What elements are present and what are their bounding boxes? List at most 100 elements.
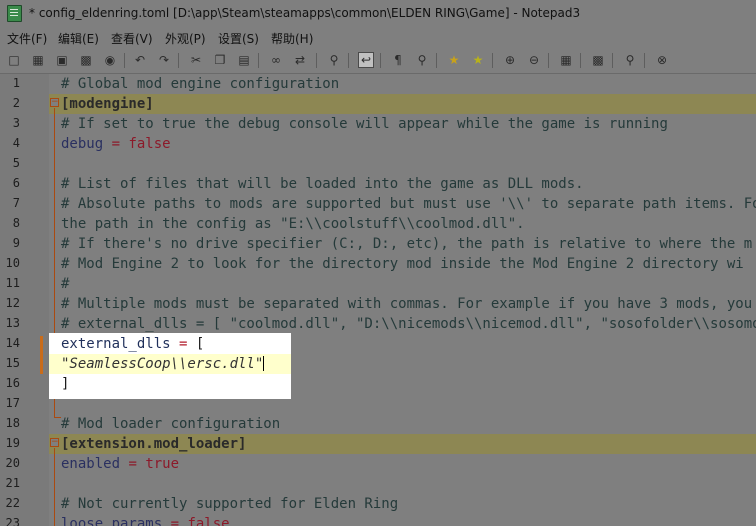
code-line[interactable]: 9 # If there's no drive specifier (C:, D:… — [0, 234, 756, 254]
line-number: 1 — [12, 76, 20, 90]
notepad3-app-icon[interactable] — [7, 5, 22, 22]
line-number: 21 — [5, 476, 20, 490]
code-line[interactable]: 17 — [0, 394, 756, 414]
view-whitespace-icon[interactable]: ¶ — [390, 52, 406, 68]
code-line[interactable]: 1 # Global mod engine configuration — [0, 74, 756, 94]
comment-text: # If set to true the debug console will … — [61, 116, 668, 132]
code-line[interactable]: 2 [modengine] — [0, 94, 756, 114]
code-line[interactable]: 5 — [0, 154, 756, 174]
code-line[interactable]: 7 # Absolute paths to mods are supported … — [0, 194, 756, 214]
cut-icon[interactable]: ✂ — [188, 52, 204, 68]
code-line[interactable]: 3 # If set to true the debug console will… — [0, 114, 756, 134]
exit-icon[interactable]: ⊗ — [654, 52, 670, 68]
menu-appearance[interactable]: 外观(P) — [165, 30, 206, 47]
code-line[interactable]: 20 enabled = true — [0, 454, 756, 474]
line-number: 11 — [5, 276, 20, 290]
undo-icon[interactable]: ↶ — [132, 52, 148, 68]
zoom-icon[interactable]: ⚲ — [414, 52, 430, 68]
code-line[interactable]: 23 loose_params = false — [0, 514, 756, 526]
editor[interactable]: − − 1 # Global mod engine configuration 2… — [0, 74, 756, 526]
section-header: [extension.mod_loader] — [61, 436, 247, 452]
code-line[interactable]: 21 — [0, 474, 756, 494]
key-text: external_dlls — [61, 336, 171, 352]
comment-text: # Multiple mods must be separated with c… — [61, 296, 753, 312]
menu-file[interactable]: 文件(F) — [7, 30, 47, 47]
open-file-icon[interactable]: ▦ — [30, 52, 46, 68]
toolbar-separator — [124, 53, 125, 68]
copy-icon[interactable]: ❐ — [212, 52, 228, 68]
code-line[interactable]: 4 debug = false — [0, 134, 756, 154]
title-bar[interactable]: * config_eldenring.toml [D:\app\Steam\st… — [0, 0, 756, 27]
comment-text: # Not currently supported for Elden Ring — [61, 496, 399, 512]
code-line[interactable]: 10 # Mod Engine 2 to look for the directo… — [0, 254, 756, 274]
line-number: 12 — [5, 296, 20, 310]
toolbar-separator — [348, 53, 349, 68]
find-icon[interactable]: ∞ — [268, 52, 284, 68]
add-favorite-icon[interactable]: ★ — [446, 52, 462, 68]
key-text: enabled — [61, 456, 121, 472]
toolbar-separator — [436, 53, 437, 68]
code-line[interactable]: 13 # external_dlls = [ "coolmod.dll", "D:… — [0, 314, 756, 334]
toolbar-separator — [548, 53, 549, 68]
line-number: 18 — [5, 416, 20, 430]
favorites-icon[interactable]: ★ — [470, 52, 486, 68]
toolbar-separator — [178, 53, 179, 68]
operator-text: = — [170, 336, 196, 352]
operator-text: = — [120, 456, 146, 472]
line-number: 16 — [5, 376, 20, 390]
code-line[interactable]: 12 # Multiple mods must be separated with… — [0, 294, 756, 314]
word-wrap-icon[interactable]: ↩ — [358, 52, 374, 68]
paste-icon[interactable]: ▤ — [236, 52, 252, 68]
line-number: 9 — [12, 236, 20, 250]
menu-view[interactable]: 查看(V) — [111, 30, 153, 47]
line-number: 15 — [5, 356, 20, 370]
code-line-current[interactable]: 15 "SeamlessCoop\\ersc.dll" — [0, 354, 756, 374]
browse-icon[interactable]: ◉ — [102, 52, 118, 68]
code-line[interactable]: 14 external_dlls = [ — [0, 334, 756, 354]
value-text: [ — [195, 336, 205, 352]
line-number: 13 — [5, 316, 20, 330]
menu-settings[interactable]: 设置(S) — [218, 30, 259, 47]
code-line[interactable]: 11 # — [0, 274, 756, 294]
customize-schemes-icon[interactable]: ▩ — [590, 52, 606, 68]
code-line[interactable]: 16] — [0, 374, 756, 394]
line-number: 17 — [5, 396, 20, 410]
comment-text: # List of files that will be loaded into… — [61, 176, 584, 192]
menu-edit[interactable]: 编辑(E) — [58, 30, 99, 47]
pin-icon[interactable]: ⚲ — [622, 52, 638, 68]
new-file-icon[interactable]: □ — [6, 52, 22, 68]
text-caret — [263, 356, 265, 371]
code-line[interactable]: 19 [extension.mod_loader] — [0, 434, 756, 454]
line-number: 8 — [12, 216, 20, 230]
section-header: [modengine] — [61, 96, 154, 112]
zoom-out-icon[interactable]: ⊖ — [526, 52, 542, 68]
code-text: ] — [61, 376, 70, 392]
redo-icon[interactable]: ↷ — [156, 52, 172, 68]
line-number: 19 — [5, 436, 20, 450]
key-value-text: debug = false — [61, 135, 171, 153]
line-number: 2 — [12, 96, 20, 110]
key-value-text: external_dlls = [ — [61, 335, 204, 353]
line-number: 20 — [5, 456, 20, 470]
save-as-icon[interactable]: ▩ — [78, 52, 94, 68]
code-line[interactable]: 18 # Mod loader configuration — [0, 414, 756, 434]
code-line[interactable]: 6 # List of files that will be loaded int… — [0, 174, 756, 194]
schema-icon[interactable]: ▦ — [558, 52, 574, 68]
zoom-in-icon[interactable]: ⊕ — [502, 52, 518, 68]
comment-text: the path in the config as "E:\\coolstuff… — [61, 216, 525, 232]
string-text: "SeamlessCoop\\ersc.dll" — [61, 355, 265, 373]
line-number: 10 — [5, 256, 20, 270]
code-line[interactable]: 22 # Not currently supported for Elden Ri… — [0, 494, 756, 514]
replace-icon[interactable]: ⇄ — [292, 52, 308, 68]
key-value-text: loose_params = false — [61, 515, 230, 526]
toolbar-separator — [644, 53, 645, 68]
value-text: false — [128, 136, 171, 152]
menu-help[interactable]: 帮助(H) — [271, 30, 313, 47]
comment-text: # Mod Engine 2 to look for the directory… — [61, 256, 744, 272]
key-text: debug — [61, 136, 104, 152]
save-icon[interactable]: ▣ — [54, 52, 70, 68]
toolbar-separator — [316, 53, 317, 68]
comment-text: # — [61, 276, 70, 292]
code-line[interactable]: 8 the path in the config as "E:\\coolstuf… — [0, 214, 756, 234]
goto-icon[interactable]: ⚲ — [326, 52, 342, 68]
